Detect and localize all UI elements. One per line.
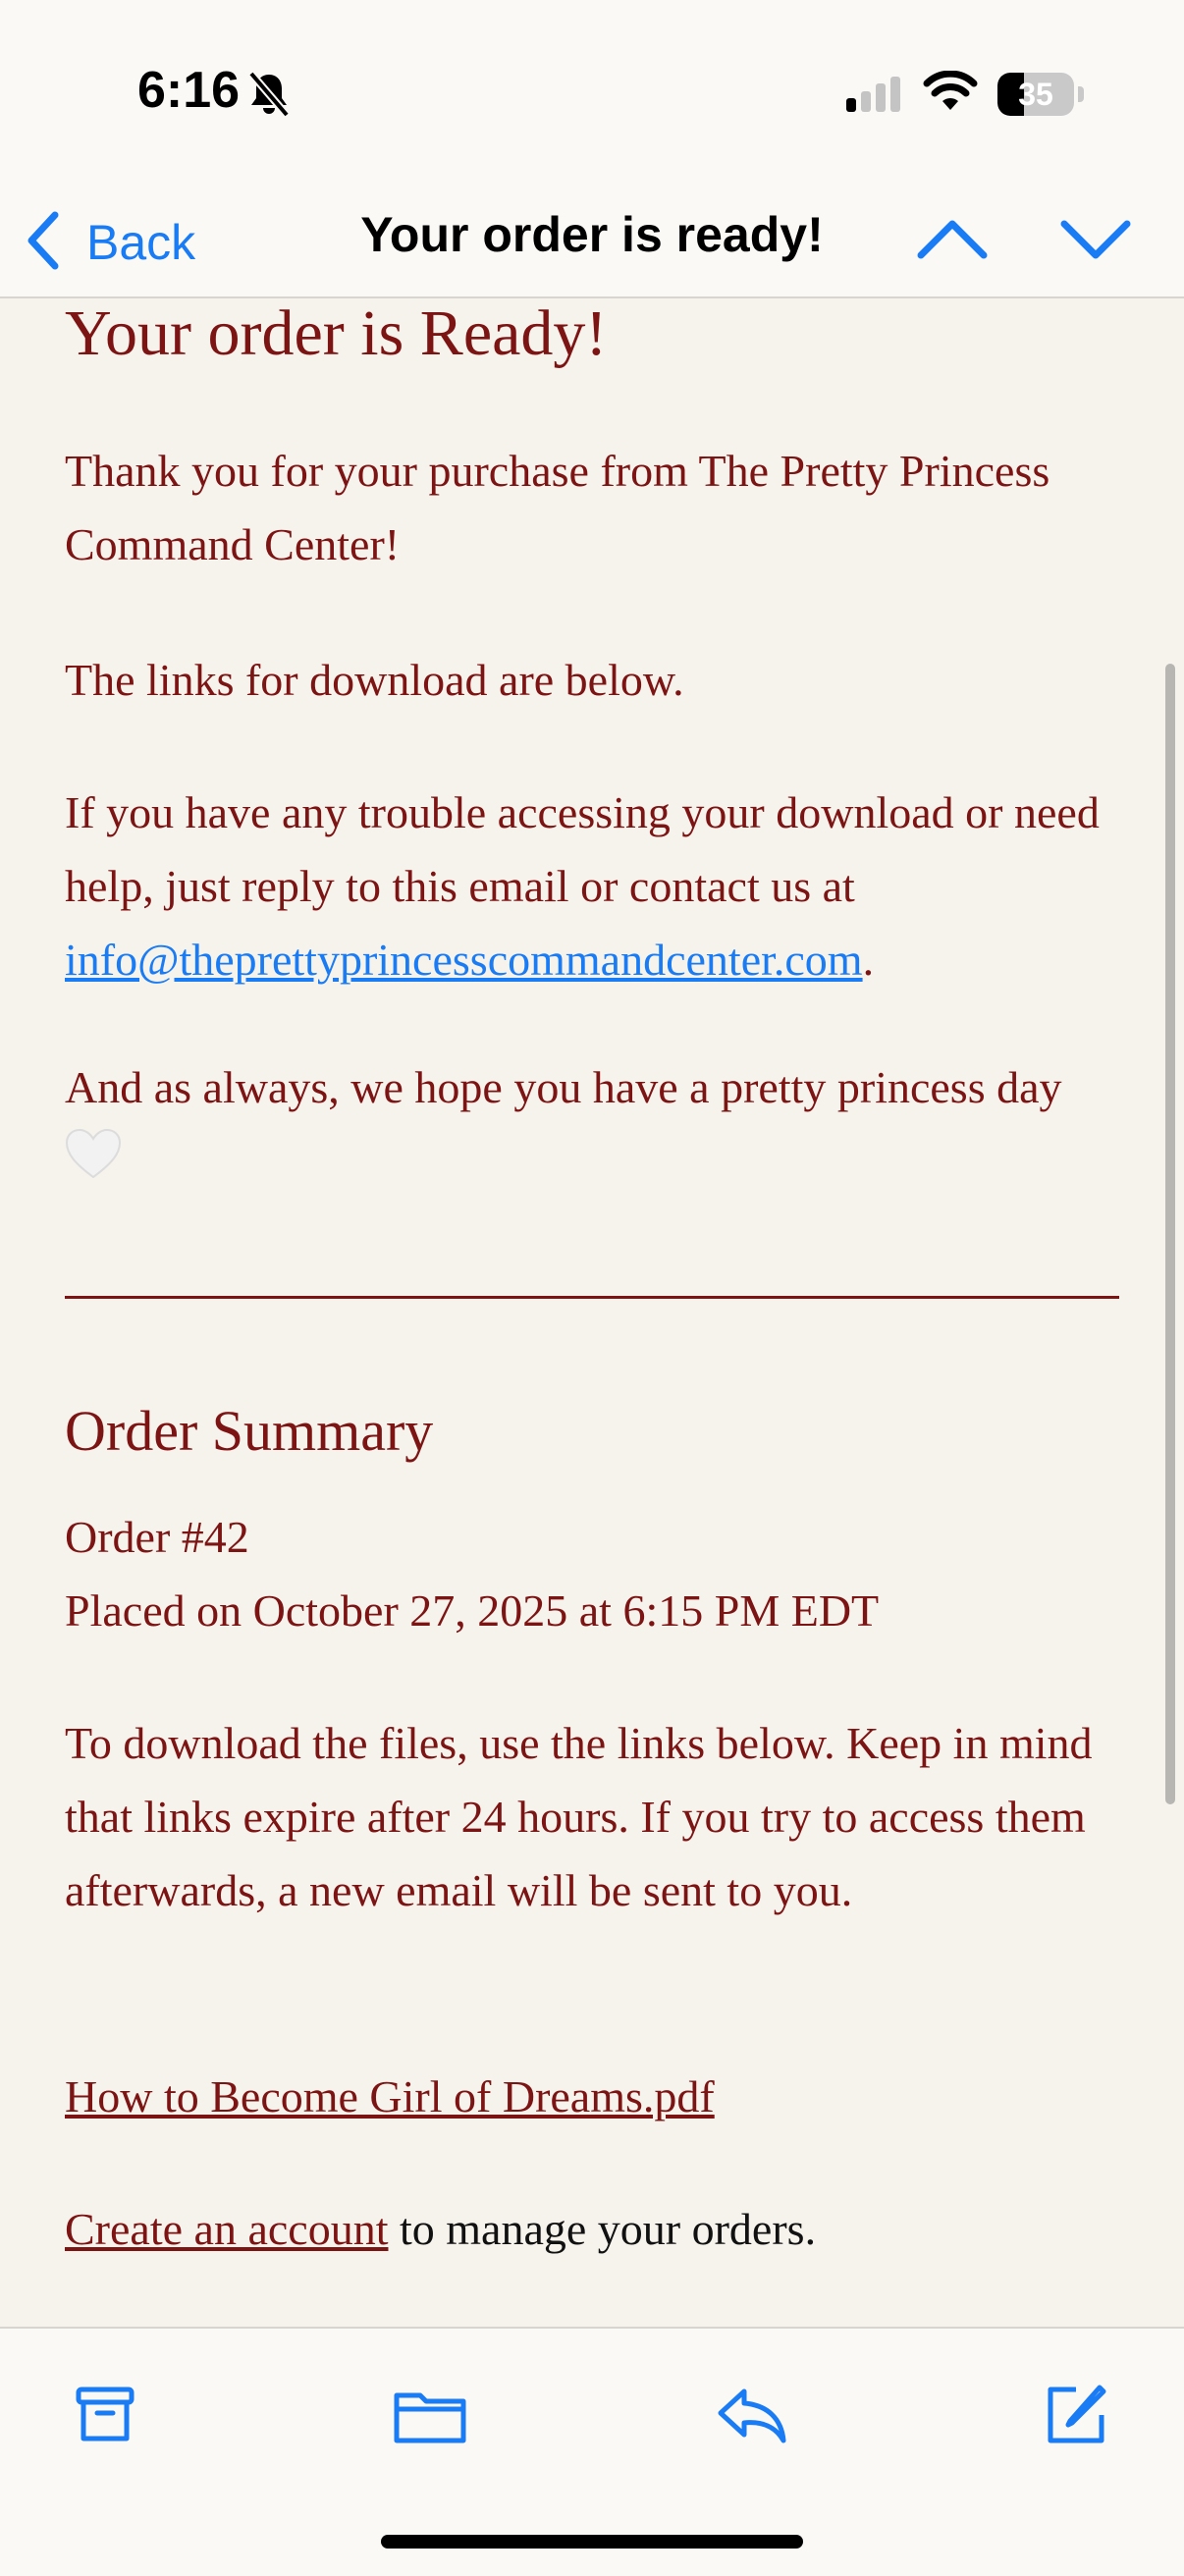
order-placed-date: Placed on October 27, 2025 at 6:15 PM ED…: [65, 1585, 880, 1636]
white-heart-icon: [65, 1128, 122, 1203]
email-headline: Your order is Ready!: [65, 297, 608, 369]
move-to-folder-button[interactable]: [393, 2380, 471, 2458]
chevron-down-icon: [1060, 220, 1131, 259]
create-account-suffix: to manage your orders.: [388, 2204, 817, 2254]
archive-button[interactable]: [71, 2380, 149, 2458]
thank-you-text: Thank you for your purchase from The Pre…: [65, 446, 1050, 569]
help-text: If you have any trouble accessing your d…: [65, 787, 1100, 911]
create-account-row: Create an account to manage your orders.: [65, 2192, 1121, 2266]
folder-icon: [394, 2392, 466, 2443]
back-button[interactable]: Back: [26, 208, 195, 277]
sign-off-text: And as always, we hope you have a pretty…: [65, 1062, 1062, 1112]
download-instructions: To download the files, use the links bel…: [65, 1718, 1093, 1915]
sign-off-paragraph: And as always, we hope you have a pretty…: [65, 1050, 1121, 1203]
file-download-link[interactable]: How to Become Girl of Dreams.pdf: [65, 2071, 715, 2121]
help-paragraph: If you have any trouble accessing your d…: [65, 776, 1121, 996]
silent-bell-icon: [247, 71, 291, 123]
next-message-button[interactable]: [1056, 204, 1135, 273]
archive-icon: [76, 2387, 135, 2442]
compose-button[interactable]: [1041, 2380, 1119, 2458]
section-divider: [65, 1296, 1119, 1299]
battery-tip: [1078, 86, 1084, 102]
order-summary-heading: Order Summary: [65, 1399, 434, 1463]
scroll-indicator[interactable]: [1165, 664, 1175, 1804]
cellular-signal-icon: [846, 77, 903, 117]
status-bar: 6:16 35: [0, 0, 1184, 187]
download-links-intro: The links for download are below.: [65, 655, 684, 705]
create-account-link[interactable]: Create an account: [65, 2204, 388, 2254]
reply-button[interactable]: [715, 2380, 793, 2458]
previous-message-button[interactable]: [913, 204, 992, 273]
order-number: Order #42: [65, 1512, 249, 1562]
battery-indicator: 35: [997, 73, 1074, 116]
file-link-row: How to Become Girl of Dreams.pdf: [65, 2060, 1121, 2133]
mail-nav-bar: Back Your order is ready!: [0, 187, 1184, 298]
compose-icon: [1048, 2385, 1106, 2443]
back-label: Back: [86, 215, 196, 270]
chevron-up-icon: [917, 220, 988, 259]
chevron-left-icon: [26, 211, 61, 275]
home-indicator: [381, 2535, 803, 2549]
wifi-icon: [923, 70, 978, 117]
help-text-end: .: [862, 935, 875, 985]
status-time: 6:16: [137, 62, 241, 119]
reply-icon: [718, 2388, 786, 2443]
support-email-link[interactable]: info@theprettyprincesscommandcenter.com: [65, 935, 863, 985]
battery-level-label: 35: [1018, 77, 1053, 112]
